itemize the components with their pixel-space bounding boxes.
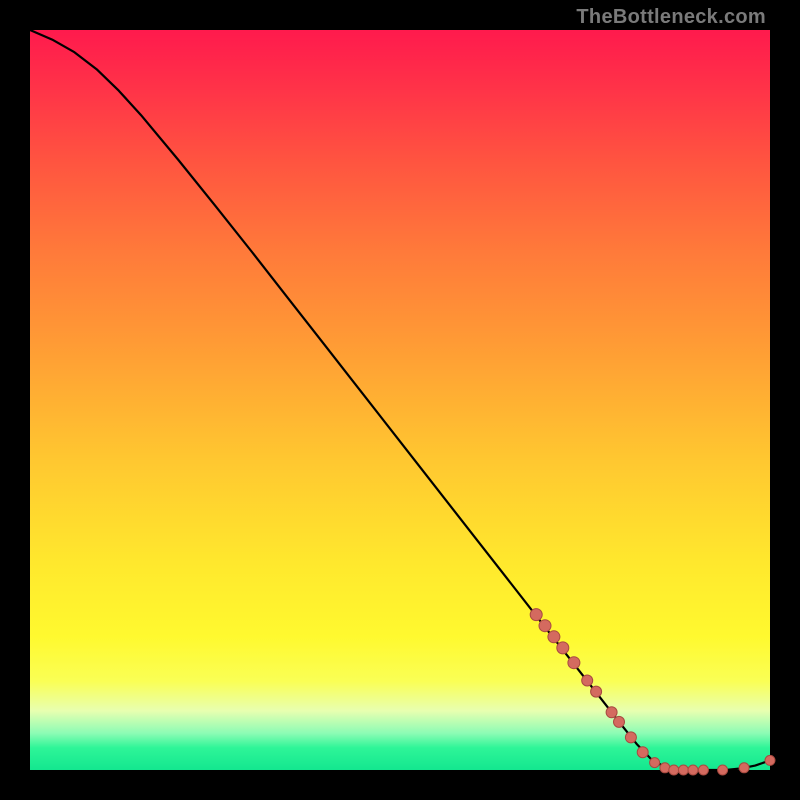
data-point <box>548 631 560 643</box>
watermark-text: TheBottleneck.com <box>576 6 766 29</box>
data-point <box>637 747 648 758</box>
plot-svg <box>30 30 770 770</box>
bottleneck-curve <box>30 30 770 770</box>
data-point <box>765 755 775 765</box>
data-point <box>660 763 670 773</box>
data-point <box>698 765 708 775</box>
data-point <box>650 758 660 768</box>
data-point <box>614 716 625 727</box>
data-point <box>688 765 698 775</box>
data-markers <box>530 609 775 775</box>
chart-area <box>30 30 770 770</box>
data-point <box>718 765 728 775</box>
data-point <box>568 657 580 669</box>
data-point <box>539 620 551 632</box>
data-point <box>606 707 617 718</box>
data-point <box>625 732 636 743</box>
data-point <box>582 675 593 686</box>
data-point <box>739 763 749 773</box>
data-point <box>669 765 679 775</box>
data-point <box>591 686 602 697</box>
data-point <box>557 642 569 654</box>
data-point <box>678 765 688 775</box>
data-point <box>530 609 542 621</box>
